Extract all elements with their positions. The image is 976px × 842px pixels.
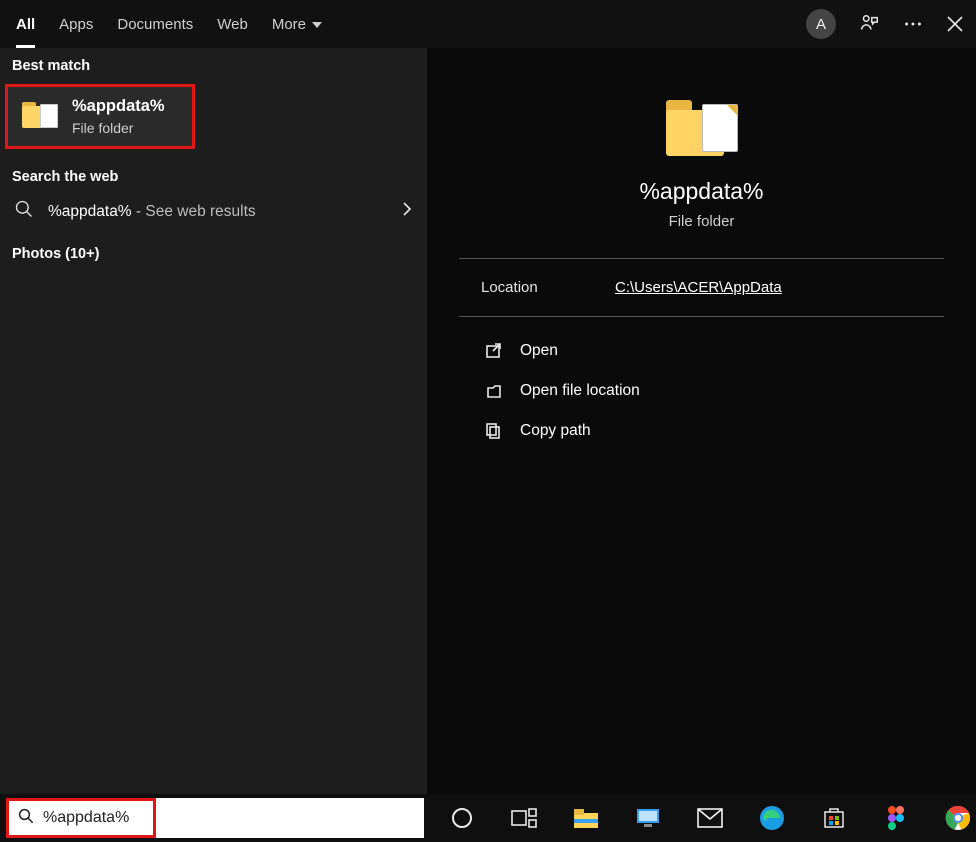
- preview-header: %appdata% File folder: [459, 80, 944, 259]
- feedback-icon[interactable]: [858, 13, 880, 35]
- more-options-icon[interactable]: [902, 13, 924, 35]
- user-avatar[interactable]: A: [806, 9, 836, 39]
- web-result-label: %appdata% - See web results: [48, 203, 256, 221]
- chevron-right-icon: [401, 200, 413, 223]
- mail-icon[interactable]: [696, 804, 724, 832]
- monitor-app-icon[interactable]: [634, 804, 662, 832]
- task-view-icon[interactable]: [510, 804, 538, 832]
- taskbar: [0, 794, 976, 842]
- best-match-result[interactable]: %appdata% File folder: [5, 84, 195, 149]
- open-location-icon: [484, 382, 504, 400]
- search-web-label: Search the web: [0, 159, 427, 189]
- tab-more-label: More: [272, 16, 306, 33]
- tab-all[interactable]: All: [16, 0, 35, 48]
- action-copy-path[interactable]: Copy path: [471, 411, 932, 451]
- action-open-label: Open: [520, 342, 558, 360]
- best-match-label: Best match: [0, 48, 427, 78]
- action-open[interactable]: Open: [471, 331, 571, 371]
- microsoft-store-icon[interactable]: [820, 804, 848, 832]
- top-bar: All Apps Documents Web More A: [0, 0, 976, 48]
- web-result-item[interactable]: %appdata% - See web results: [0, 189, 427, 234]
- tab-apps[interactable]: Apps: [59, 0, 93, 48]
- chrome-icon[interactable]: [944, 804, 972, 832]
- main-area: Best match %appdata% File folder Search …: [0, 48, 976, 794]
- preview-actions: Open Open file location Copy path: [459, 317, 944, 465]
- tab-web[interactable]: Web: [217, 0, 248, 48]
- location-label: Location: [481, 279, 615, 296]
- preview-subtitle: File folder: [669, 213, 735, 230]
- open-icon: [484, 342, 504, 360]
- action-open-loc-label: Open file location: [520, 382, 640, 400]
- best-match-subtitle: File folder: [72, 120, 165, 136]
- location-row: Location C:\Users\ACER\AppData: [459, 259, 944, 317]
- results-pane: Best match %appdata% File folder Search …: [0, 48, 427, 794]
- close-icon[interactable]: [946, 15, 964, 33]
- web-result-prefix: %appdata%: [48, 203, 132, 220]
- tab-documents[interactable]: Documents: [117, 0, 193, 48]
- best-match-title: %appdata%: [72, 97, 165, 116]
- edge-browser-icon[interactable]: [758, 804, 786, 832]
- file-explorer-icon[interactable]: [572, 804, 600, 832]
- taskbar-search-input[interactable]: [43, 809, 145, 827]
- web-result-suffix: - See web results: [132, 203, 256, 220]
- location-path-link[interactable]: C:\Users\ACER\AppData: [615, 279, 782, 296]
- best-match-text: %appdata% File folder: [72, 97, 165, 136]
- action-copy-path-label: Copy path: [520, 422, 591, 440]
- chevron-down-icon: [312, 22, 322, 28]
- taskbar-apps: [448, 804, 972, 832]
- action-open-file-location[interactable]: Open file location: [471, 371, 932, 411]
- taskbar-search-box[interactable]: [6, 798, 156, 838]
- preview-card: %appdata% File folder Location C:\Users\…: [441, 62, 962, 780]
- search-icon: [14, 199, 34, 224]
- search-icon: [17, 807, 35, 830]
- taskbar-search-box-extension[interactable]: [156, 798, 424, 838]
- tab-more[interactable]: More: [272, 0, 322, 48]
- filter-tabs: All Apps Documents Web More: [16, 0, 322, 48]
- preview-pane: %appdata% File folder Location C:\Users\…: [427, 48, 976, 794]
- top-right-controls: A: [806, 9, 964, 39]
- cortana-icon[interactable]: [448, 804, 476, 832]
- folder-icon-large: [666, 100, 738, 160]
- photos-section-label[interactable]: Photos (10+): [0, 234, 427, 274]
- preview-title: %appdata%: [639, 178, 763, 205]
- figma-icon[interactable]: [882, 804, 910, 832]
- copy-icon: [484, 422, 504, 440]
- folder-icon: [22, 102, 58, 132]
